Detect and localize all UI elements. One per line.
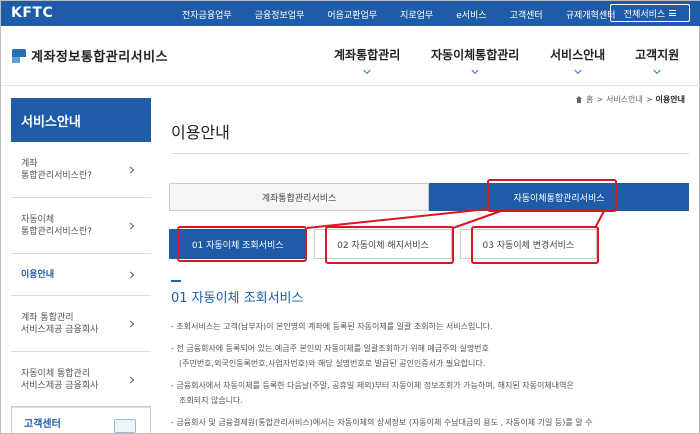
top-bar: KFTC 전자금융업무 금융정보업무 어음교환업무 지로업무 e서비스 고객센터…: [1, 1, 700, 26]
sidebar-item-account-institutions[interactable]: 계좌 통합관리 서비스제공 금융회사: [11, 296, 151, 352]
brand-mark-icon: [12, 48, 26, 63]
chevron-right-icon: [126, 270, 135, 279]
breadcrumb: 홈 > 서비스안내 > 이용안내: [575, 94, 685, 105]
page-title: 이용안내: [171, 123, 230, 142]
description-list: - 조회서비스는 고객(납부자)이 본인명의 계좌에 등록된 자동이체를 일괄 …: [171, 319, 686, 434]
breadcrumb-separator: >: [645, 95, 653, 104]
sidebar-item-label: 자동이체 통합관리서비스란?: [21, 214, 93, 237]
chevron-right-icon: [126, 165, 135, 174]
annotation-box-subtab-1: [177, 226, 307, 262]
topnav-financial-info[interactable]: 금융정보업무: [255, 8, 305, 21]
annotation-box-tab: [487, 179, 617, 212]
chevron-right-icon: [126, 221, 135, 230]
mainnav-label: 자동이체통합관리: [431, 48, 520, 62]
tab-account-management[interactable]: 계좌통합관리서비스: [169, 183, 429, 211]
topnav-giro[interactable]: 지로업무: [400, 8, 433, 21]
all-services-button[interactable]: 전체서비스: [610, 4, 690, 22]
chevron-right-icon: [126, 319, 135, 328]
sidebar-item-label: 자동이체 통합관리 서비스제공 금융회사: [21, 368, 99, 391]
description-paragraph: - 전 금융회사에 등록되어 있는 예금주 본인의 자동이체를 일괄조회하기 위…: [171, 344, 489, 368]
sidebar-item-autopay-institutions[interactable]: 자동이체 통합관리 서비스제공 금융회사: [11, 352, 151, 408]
sidebar-item-label: 계좌 통합관리 서비스제공 금융회사: [21, 312, 99, 335]
sidebar-item-label: 계좌 통합관리서비스란?: [21, 158, 93, 181]
title-divider: [171, 153, 689, 154]
annotation-box-subtab-3: [471, 226, 599, 264]
description-paragraph: - 금융회사 및 금융결제원(통합관리서비스)에서는 자동이체의 상세정보 (자…: [171, 418, 593, 427]
mainnav-customer-support[interactable]: 고객지원: [635, 46, 680, 75]
topnav-eservice[interactable]: e서비스: [456, 8, 486, 21]
sidebar-item-account-intro[interactable]: 계좌 통합관리서비스란?: [11, 142, 151, 198]
topnav-bill-clearing[interactable]: 어음교환업무: [327, 8, 377, 21]
section-accent-bar: [171, 280, 181, 282]
description-paragraph: - 조회서비스는 고객(납부자)이 본인명의 계좌에 등록된 자동이체를 일괄 …: [171, 322, 493, 331]
mainnav-label: 계좌통합관리: [334, 48, 401, 62]
breadcrumb-current: 이용안내: [655, 95, 685, 104]
customer-center-icon: [114, 419, 136, 433]
mainnav-account-management[interactable]: 계좌통합관리: [334, 46, 401, 75]
top-nav: 전자금융업무 금융정보업무 어음교환업무 지로업무 e서비스 고객센터 규제개혁…: [182, 8, 638, 21]
chevron-down-icon: [471, 66, 479, 75]
topnav-customer-center[interactable]: 고객센터: [510, 8, 543, 21]
breadcrumb-section[interactable]: 서비스안내: [606, 94, 643, 105]
chevron-down-icon: [363, 66, 371, 75]
all-services-label: 전체서비스: [623, 9, 666, 20]
description-paragraph: - 금융회사에서 자동이체를 등록한 다음날(주말, 공휴일 제외)부터 자동이…: [171, 381, 574, 405]
kftc-logo[interactable]: KFTC: [11, 5, 53, 21]
menu-icon: [669, 10, 677, 16]
breadcrumb-home[interactable]: 홈: [586, 94, 593, 105]
customer-center-box[interactable]: 고객센터: [11, 406, 151, 434]
annotation-box-subtab-2: [325, 226, 454, 264]
section-title: 01 자동이체 조회서비스: [171, 291, 304, 306]
topnav-regulation-center[interactable]: 규제개혁센터: [566, 8, 616, 21]
home-icon[interactable]: [575, 96, 583, 103]
mainnav-autopay-management[interactable]: 자동이체통합관리: [431, 46, 520, 75]
sidebar-item-autopay-intro[interactable]: 자동이체 통합관리서비스란?: [11, 198, 151, 254]
sidebar-title: 서비스안내: [11, 98, 151, 142]
mainnav-label: 서비스안내: [550, 48, 606, 62]
topnav-electronic-finance[interactable]: 전자금융업무: [182, 8, 232, 21]
brand-name: 계좌정보통합관리서비스: [31, 50, 169, 65]
chevron-down-icon: [653, 66, 661, 75]
chevron-right-icon: [126, 375, 135, 384]
sidebar: 서비스안내 계좌 통합관리서비스란? 자동이체 통합관리서비스란? 이용안내 계…: [11, 98, 151, 434]
breadcrumb-separator: >: [596, 95, 604, 104]
sidebar-item-label: 이용안내: [21, 269, 55, 280]
brand-logo[interactable]: 계좌정보통합관리서비스: [12, 46, 168, 65]
mainnav-label: 고객지원: [635, 48, 680, 62]
sidebar-item-usage-guide[interactable]: 이용안내: [11, 254, 151, 296]
customer-center-label: 고객센터: [24, 419, 61, 430]
site-header: 계좌정보통합관리서비스 계좌통합관리 자동이체통합관리 서비스안내 고객지원: [1, 26, 700, 86]
mainnav-service-guide[interactable]: 서비스안내: [550, 46, 606, 75]
chevron-down-icon: [574, 66, 582, 75]
